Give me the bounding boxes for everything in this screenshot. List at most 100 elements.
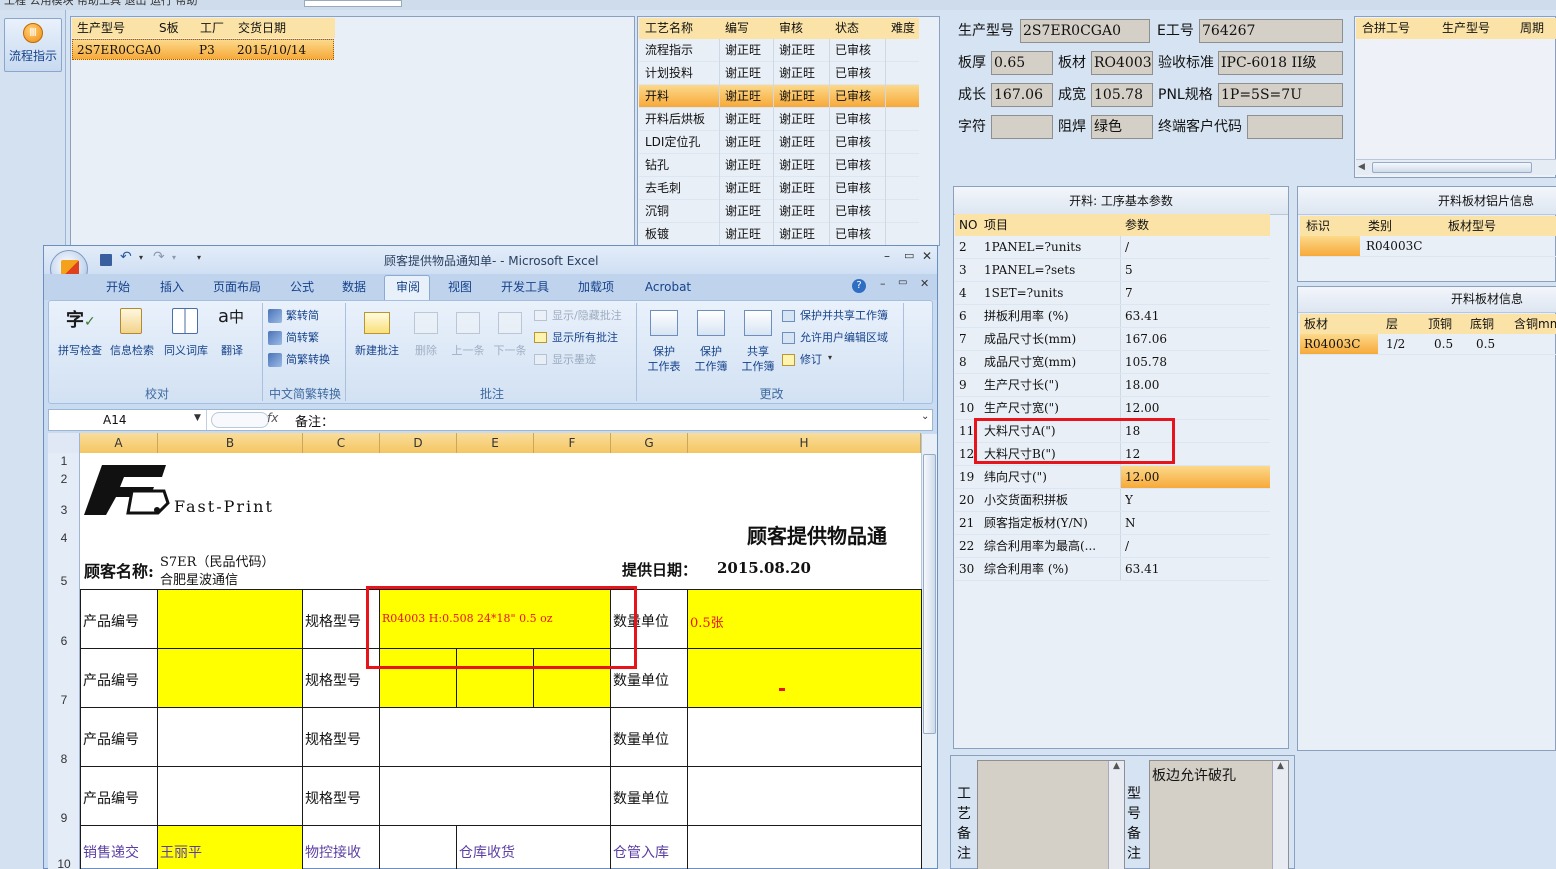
row-header-10[interactable]: 10: [48, 857, 80, 869]
allow-edit-ranges-button[interactable]: 允许用户编辑区域: [782, 329, 902, 347]
process-col-reviewer[interactable]: 审核: [779, 17, 803, 39]
order-col-model[interactable]: 生产型号: [77, 17, 155, 39]
param-row[interactable]: 22 综合利用率为最高(... /: [955, 535, 1270, 558]
sheet-col-flag[interactable]: 标识: [1306, 215, 1330, 237]
show-all-comments-button[interactable]: 显示所有批注: [534, 329, 630, 347]
top-menu-text[interactable]: 工程 公用模块 帮助工具 退出 运行 帮助: [4, 0, 197, 8]
undo-icon[interactable]: ↶: [120, 249, 132, 265]
mat-col-layer[interactable]: 层: [1386, 313, 1398, 335]
tab-addins[interactable]: 加载项: [566, 274, 626, 300]
order-row-selected[interactable]: 2S7ER0CGA0 P3 2015/10/14: [72, 39, 334, 60]
minimize-icon[interactable]: –: [884, 249, 890, 263]
mat-col-copper[interactable]: 含铜mm: [1514, 313, 1556, 335]
sheet-info-row[interactable]: R04003C: [1300, 236, 1556, 257]
char-field[interactable]: [991, 115, 1053, 139]
fx-icon[interactable]: fx: [267, 411, 278, 425]
trad-to-simp-button[interactable]: 繁转简: [268, 307, 336, 325]
tab-acrobat[interactable]: Acrobat: [638, 274, 698, 300]
yellow-cell-b7[interactable]: [158, 649, 303, 708]
redo-dropdown-icon[interactable]: ▾: [172, 253, 176, 262]
params-col-value[interactable]: 参数: [1125, 214, 1149, 236]
name-box-dropdown-icon[interactable]: ▼: [194, 413, 201, 423]
save-icon[interactable]: [100, 254, 112, 266]
translate-button[interactable]: a中 翻译: [210, 306, 254, 360]
tab-page-layout[interactable]: 页面布局: [204, 274, 270, 300]
flow-indicator-button[interactable]: Ⅲ 流程指示: [4, 18, 62, 72]
tab-home[interactable]: 开始: [96, 274, 140, 300]
select-all-corner[interactable]: [48, 433, 80, 453]
order-col-factory[interactable]: 工厂: [200, 17, 230, 39]
scroll-up-icon[interactable]: ▲: [1109, 761, 1124, 771]
next-comment-button[interactable]: 下一条: [488, 306, 532, 360]
params-col-no[interactable]: NO: [959, 214, 977, 236]
formula-input[interactable]: 备注：: [295, 411, 334, 430]
merge-hscrollbar[interactable]: ◀: [1356, 159, 1556, 175]
length-field[interactable]: 167.06: [991, 83, 1053, 107]
spelling-button[interactable]: 字✓ 拼写检查: [54, 306, 106, 360]
row-header-2[interactable]: 2: [48, 472, 80, 486]
row-header-6[interactable]: 6: [48, 634, 80, 648]
process-col-writer[interactable]: 编写: [725, 17, 749, 39]
col-header-e[interactable]: E: [457, 433, 534, 453]
formula-expand-icon[interactable]: ⌄: [921, 411, 929, 422]
prod-model-field[interactable]: 2S7ER0CGA0: [1020, 19, 1150, 43]
mat-col-sheet[interactable]: 板材: [1304, 313, 1328, 335]
row-header-4[interactable]: 4: [48, 531, 80, 545]
tab-insert[interactable]: 插入: [150, 274, 194, 300]
track-changes-button[interactable]: 修订 ▾: [782, 351, 902, 369]
previous-comment-button[interactable]: 上一条: [446, 306, 490, 360]
process-remark-scrollbar[interactable]: ▲: [1108, 761, 1124, 869]
customer-code-field[interactable]: [1247, 115, 1343, 139]
row-header-9[interactable]: 9: [48, 811, 80, 825]
sheet-col-model[interactable]: 板材型号: [1448, 215, 1496, 237]
model-remark-scrollbar[interactable]: ▲: [1272, 761, 1288, 869]
mat-col-top[interactable]: 顶铜: [1428, 313, 1452, 335]
tab-data[interactable]: 数据: [332, 274, 376, 300]
param-row[interactable]: 3 1PANEL=?sets 5: [955, 259, 1270, 282]
process-row[interactable]: 沉铜 谢正旺 谢正旺 已审核: [639, 200, 919, 223]
param-row[interactable]: 9 生产尺寸长(") 18.00: [955, 374, 1270, 397]
qat-customize-icon[interactable]: ▾: [197, 253, 201, 262]
col-header-h[interactable]: H: [688, 433, 921, 453]
process-remark-box[interactable]: ▲: [977, 760, 1125, 869]
research-button[interactable]: 信息检索: [106, 306, 158, 360]
param-row[interactable]: 2 1PANEL=?units /: [955, 236, 1270, 259]
process-row[interactable]: LDI定位孔 谢正旺 谢正旺 已审核: [639, 131, 919, 154]
width-field[interactable]: 105.78: [1091, 83, 1153, 107]
doc-close-icon[interactable]: ✕: [920, 277, 929, 290]
maximize-icon[interactable]: ▭: [904, 249, 914, 262]
process-col-difficulty[interactable]: 难度: [891, 17, 915, 39]
redo-icon[interactable]: ↷: [153, 249, 165, 265]
row-header-3[interactable]: 3: [48, 503, 80, 517]
qty-value[interactable]: 0.5张: [690, 612, 724, 631]
model-remark-box[interactable]: 板边允许破孔 ▲: [1149, 760, 1289, 869]
merge-col-period[interactable]: 周期: [1520, 17, 1544, 39]
pnl-field[interactable]: 1P=5S=7U: [1218, 83, 1343, 107]
process-row[interactable]: 开料 谢正旺 谢正旺 已审核: [639, 85, 919, 108]
new-comment-button[interactable]: 新建批注: [350, 306, 404, 360]
vscroll-thumb[interactable]: [923, 454, 936, 734]
show-ink-button[interactable]: 显示墨迹: [534, 351, 630, 369]
help-icon[interactable]: ?: [852, 279, 866, 293]
param-row[interactable]: 4 1SET=?units 7: [955, 282, 1270, 305]
param-row[interactable]: 6 拼板利用率 (%) 63.41: [955, 305, 1270, 328]
material-field[interactable]: RO4003C: [1091, 51, 1153, 75]
process-row[interactable]: 钻孔 谢正旺 谢正旺 已审核: [639, 154, 919, 177]
row-header-5[interactable]: 5: [48, 574, 80, 588]
param-row[interactable]: 21 顾客指定板材(Y/N) N: [955, 512, 1270, 535]
chinese-conversion-button[interactable]: 简繁转换: [268, 351, 340, 369]
yellow-cell-b6[interactable]: [158, 590, 303, 649]
merge-scroll-thumb[interactable]: [1372, 162, 1532, 173]
process-col-name[interactable]: 工艺名称: [645, 17, 693, 39]
col-header-d[interactable]: D: [380, 433, 457, 453]
col-header-b[interactable]: B: [158, 433, 303, 453]
close-icon[interactable]: ✕: [922, 249, 932, 263]
col-header-f[interactable]: F: [534, 433, 611, 453]
process-col-status[interactable]: 状态: [835, 17, 859, 39]
tab-developer[interactable]: 开发工具: [492, 274, 558, 300]
thickness-field[interactable]: 0.65: [991, 51, 1053, 75]
tab-review[interactable]: 审阅: [386, 274, 430, 300]
param-row[interactable]: 7 成品尺寸长(mm) 167.06: [955, 328, 1270, 351]
mat-col-bottom[interactable]: 底铜: [1470, 313, 1494, 335]
sheet-col-type[interactable]: 类别: [1368, 215, 1392, 237]
